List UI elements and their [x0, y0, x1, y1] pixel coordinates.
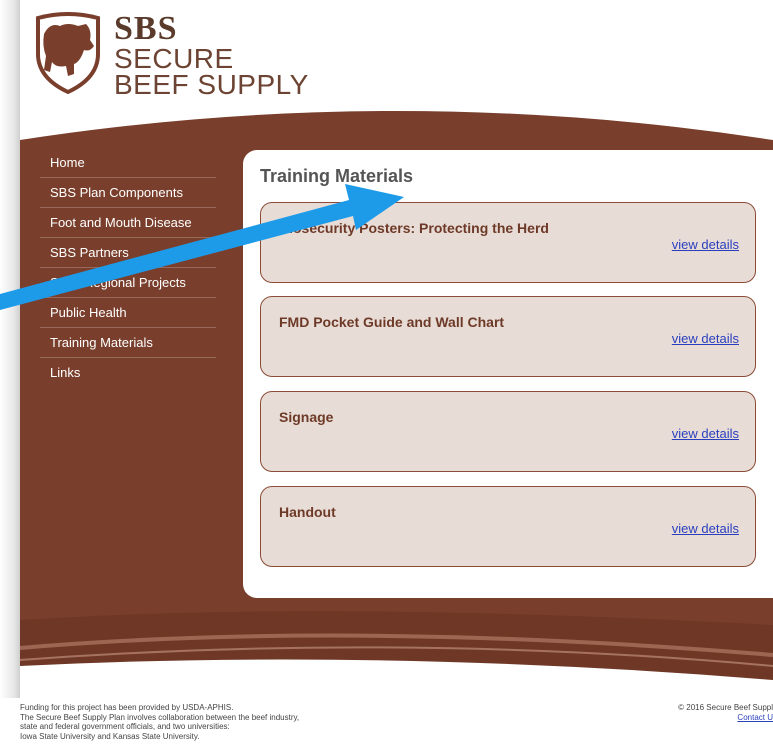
sidebar-nav: Home SBS Plan Components Foot and Mouth …	[40, 148, 216, 387]
sidebar-item-sbs-plan-components[interactable]: SBS Plan Components	[40, 178, 216, 208]
sidebar-item-foot-and-mouth-disease[interactable]: Foot and Mouth Disease	[40, 208, 216, 238]
footer-right: © 2016 Secure Beef Suppl Contact U	[678, 703, 773, 722]
view-details-link[interactable]: view details	[672, 521, 739, 536]
footer-line: Iowa State University and Kansas State U…	[20, 731, 200, 741]
view-details-link[interactable]: view details	[672, 426, 739, 441]
card-signage: Signage view details	[260, 391, 756, 472]
sidebar-item-public-health[interactable]: Public Health	[40, 298, 216, 328]
card-biosecurity-posters: Biosecurity Posters: Protecting the Herd…	[260, 202, 756, 283]
card-fmd-pocket-guide: FMD Pocket Guide and Wall Chart view det…	[260, 296, 756, 377]
card-title: Handout	[279, 504, 336, 520]
sidebar-item-state-regional-projects[interactable]: State/Regional Projects	[40, 268, 216, 298]
view-details-link[interactable]: view details	[672, 331, 739, 346]
card-title: FMD Pocket Guide and Wall Chart	[279, 314, 505, 330]
sidebar-item-sbs-partners[interactable]: SBS Partners	[40, 238, 216, 268]
page-edge-shadow	[0, 0, 20, 698]
sidebar-item-home[interactable]: Home	[40, 148, 216, 178]
main-content-panel: Training Materials Biosecurity Posters: …	[243, 150, 773, 598]
footer-line: Funding for this project has been provid…	[20, 703, 234, 712]
footer-line: The Secure Beef Supply Plan involves col…	[20, 712, 300, 722]
copyright-text: © 2016 Secure Beef Suppl	[678, 703, 773, 712]
sidebar-item-training-materials[interactable]: Training Materials	[40, 328, 216, 358]
card-title: Signage	[279, 409, 334, 425]
logo-sbs-text: SBS	[114, 10, 178, 47]
view-details-link[interactable]: view details	[672, 237, 739, 252]
footer-line: state and federal government officials, …	[20, 722, 230, 731]
site-logo[interactable]: SBS SECURE BEEF SUPPLY	[30, 10, 330, 100]
logo-beef-supply-text: BEEF SUPPLY	[114, 69, 309, 100]
contact-us-link[interactable]: Contact U	[678, 713, 773, 723]
card-handout: Handout view details	[260, 486, 756, 567]
sidebar-item-links[interactable]: Links	[40, 358, 216, 387]
shield-logo-icon	[36, 12, 100, 94]
page-title: Training Materials	[260, 166, 414, 186]
footer-funding-text: Funding for this project has been provid…	[20, 703, 440, 741]
card-title: Biosecurity Posters: Protecting the Herd	[279, 220, 549, 236]
